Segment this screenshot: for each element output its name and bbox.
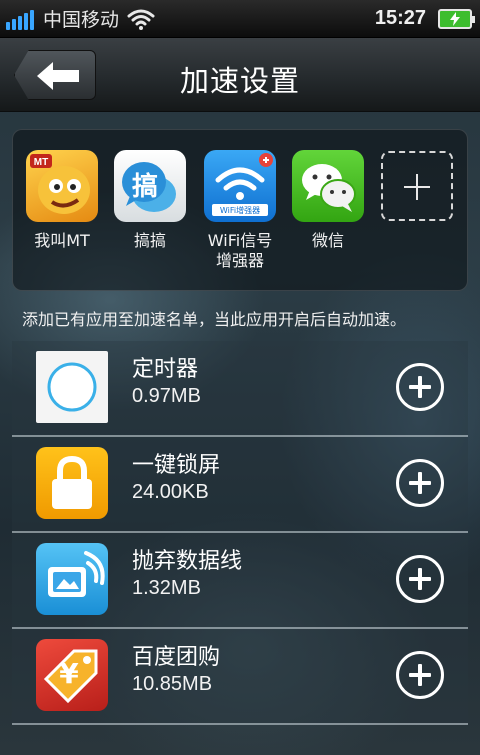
accelerated-app-wechat[interactable]: 微信 — [287, 150, 369, 251]
app-label: 搞搞 — [133, 231, 166, 250]
app-name: 抛弃数据线 — [132, 549, 243, 574]
app-size: 0.97MB — [132, 385, 201, 407]
status-bar: 中国移动 15:27 — [0, 0, 480, 38]
mt-game-icon: MT — [26, 150, 98, 222]
app-label: WiFi信号 增强器 — [207, 231, 273, 270]
app-name: 定时器 — [132, 357, 199, 382]
app-size: 24.00KB — [132, 481, 209, 503]
wireless-transfer-app-icon — [36, 543, 108, 615]
accelerated-app-wojiaomt[interactable]: MT 我叫MT — [21, 150, 103, 251]
app-size: 10.85MB — [132, 673, 213, 695]
carrier-name: 中国移动 — [43, 9, 120, 31]
signal-bars-icon — [6, 8, 34, 30]
accelerated-apps-panel: MT 我叫MT 搞 搞搞 WiFi增强器 WiFi信号 增强器 微信 — [12, 129, 468, 291]
add-button[interactable] — [396, 459, 444, 507]
page-title: 加速设置 — [179, 64, 300, 98]
app-list: 定时器 0.97MB 一键锁屏 24.00KB 抛弃数据线 1.32MB ¥ 百… — [12, 341, 468, 725]
list-item[interactable]: 一键锁屏 24.00KB — [12, 437, 468, 533]
gaogao-chat-icon: 搞 — [114, 150, 186, 222]
groupbuy-glyph: ¥ — [59, 657, 79, 690]
app-label: 我叫MT — [34, 231, 90, 250]
svg-text:MT: MT — [34, 157, 48, 168]
title-bar: 加速设置 — [0, 38, 480, 112]
add-app-slot[interactable] — [381, 151, 453, 221]
add-button[interactable] — [396, 555, 444, 603]
gaogao-glyph: 搞 — [131, 172, 158, 202]
list-item[interactable]: 抛弃数据线 1.32MB — [12, 533, 468, 629]
baidu-groupbuy-app-icon: ¥ — [36, 639, 108, 711]
add-button[interactable] — [396, 363, 444, 411]
app-size: 1.32MB — [132, 577, 201, 599]
add-button[interactable] — [396, 651, 444, 699]
list-item[interactable]: ¥ 百度团购 10.85MB — [12, 629, 468, 725]
clock: 15:27 — [374, 7, 426, 29]
app-name: 一键锁屏 — [132, 453, 221, 478]
wifi-booster-badge: WiFi增强器 — [219, 206, 261, 215]
accelerated-app-wifi-booster[interactable]: WiFi增强器 WiFi信号 增强器 — [199, 150, 281, 271]
app-name: 百度团购 — [132, 645, 221, 670]
wifi-booster-icon: WiFi增强器 — [204, 150, 276, 222]
list-item[interactable]: 定时器 0.97MB — [12, 341, 468, 437]
wifi-icon — [127, 9, 155, 30]
wechat-icon — [292, 150, 364, 222]
hint-text: 添加已有应用至加速名单，当此应用开启后自动加速。 — [22, 310, 407, 329]
battery-charging-icon — [438, 9, 475, 29]
timer-app-icon — [36, 351, 108, 423]
lock-screen-app-icon — [36, 447, 108, 519]
accelerated-app-gaogao[interactable]: 搞 搞搞 — [109, 150, 191, 251]
app-label: 微信 — [311, 231, 344, 250]
